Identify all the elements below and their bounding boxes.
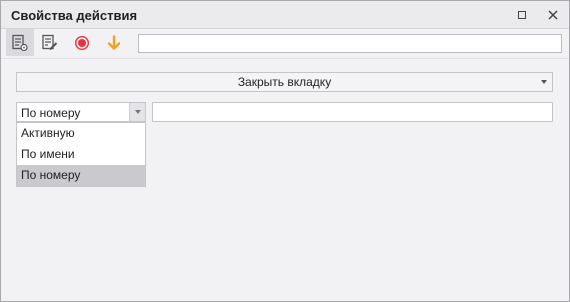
window-title: Свойства действия	[11, 8, 138, 23]
arrow-down-icon	[107, 35, 121, 50]
chevron-down-icon	[541, 80, 547, 84]
tab-mode-value: По номеру	[21, 106, 81, 120]
maximize-icon	[518, 11, 526, 19]
action-type-select[interactable]: Закрыть вкладку	[16, 72, 553, 92]
option-by-name[interactable]: По имени	[17, 144, 145, 165]
action-type-value: Закрыть вкладку	[237, 75, 332, 89]
chevron-down-icon	[135, 110, 141, 114]
action-properties-window: Свойства действия Закрыть вкладку По ном…	[0, 0, 570, 302]
option-active[interactable]: Активную	[17, 123, 145, 144]
action-comment-input[interactable]	[138, 34, 562, 53]
record-button[interactable]	[68, 29, 96, 56]
edit-note-button[interactable]	[36, 29, 64, 56]
edit-note-icon	[42, 34, 58, 51]
title-bar: Свойства действия	[1, 1, 569, 29]
move-down-button[interactable]	[100, 29, 128, 56]
tab-mode-select[interactable]: По номеру	[16, 102, 146, 122]
close-icon	[548, 10, 558, 20]
maximize-button[interactable]	[513, 6, 531, 24]
action-properties-icon	[12, 34, 28, 52]
record-icon	[74, 35, 90, 51]
tab-value-input[interactable]	[152, 102, 553, 122]
tab-mode-options-list: Активную По имени По номеру	[16, 122, 146, 187]
tab-mode-dropdown-button[interactable]	[129, 103, 145, 121]
action-properties-button[interactable]	[6, 29, 34, 56]
close-button[interactable]	[544, 6, 562, 24]
option-by-number[interactable]: По номеру	[17, 165, 145, 186]
